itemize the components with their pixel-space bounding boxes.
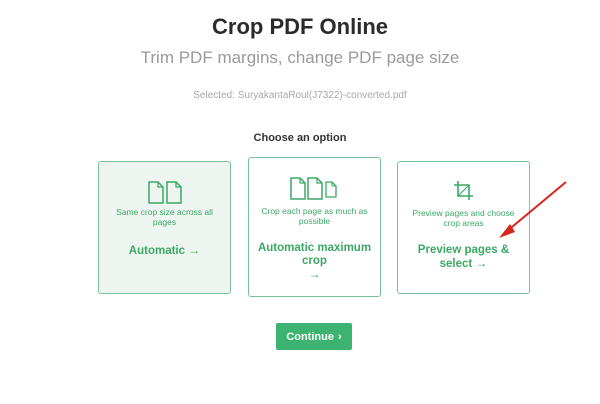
annotation-arrow-icon: [499, 181, 567, 238]
crop-pdf-page: Crop PDF Online Trim PDF margins, change…: [0, 0, 600, 404]
